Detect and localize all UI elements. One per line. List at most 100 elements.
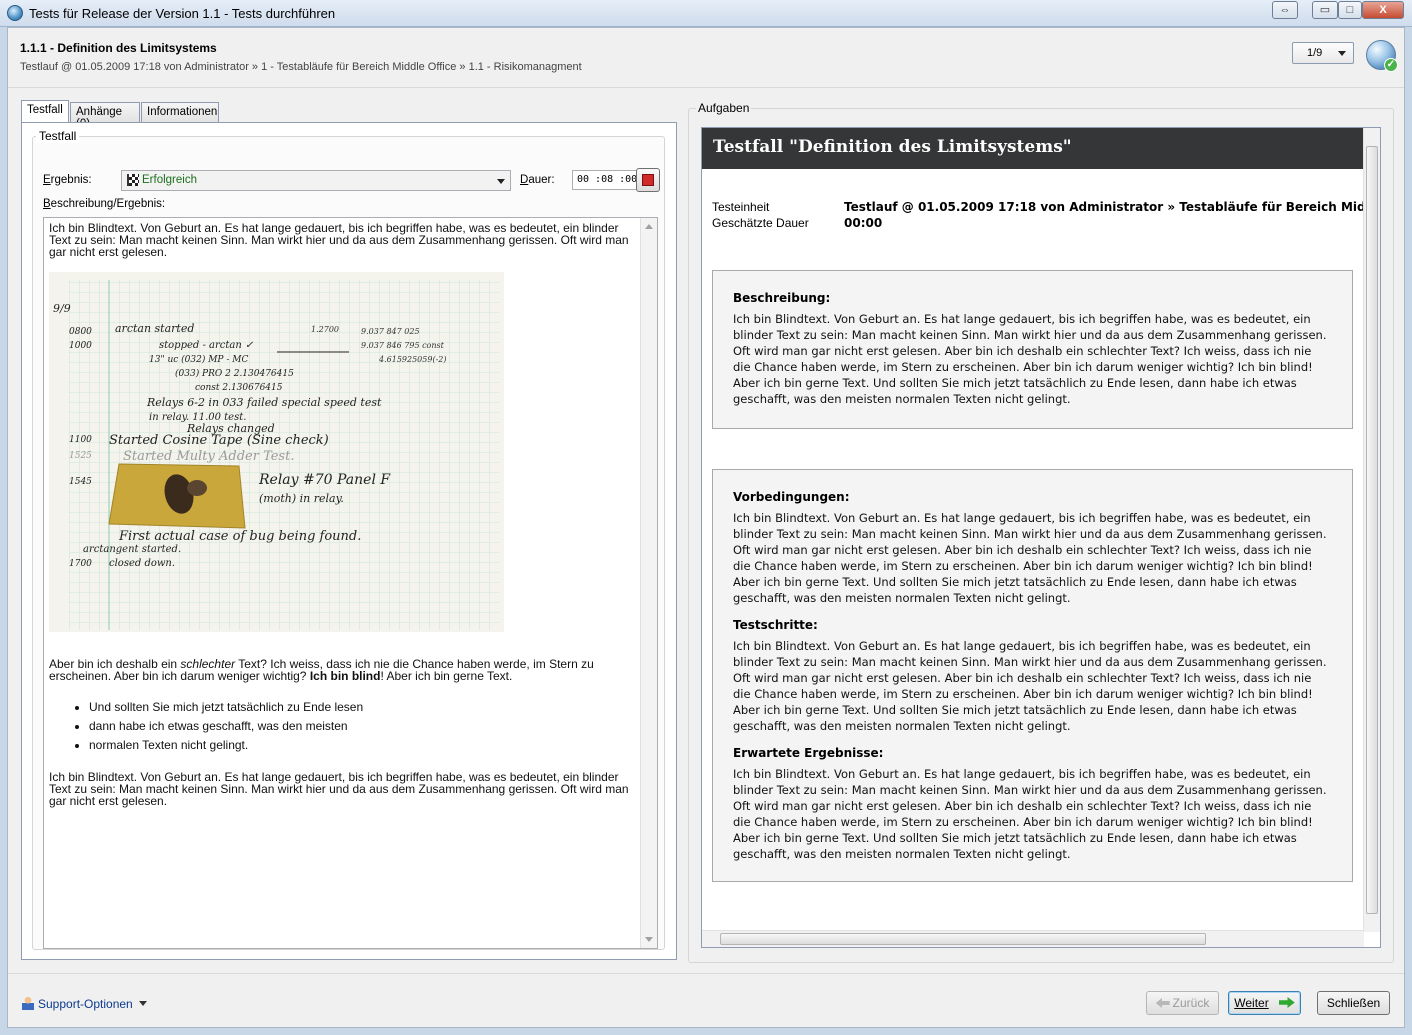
arrow-right-icon — [1278, 997, 1295, 1008]
scrollbar-thumb[interactable] — [720, 933, 1206, 945]
list-item: Und sollten Sie mich jetzt tatsächlich z… — [89, 698, 639, 717]
photo-line: arctangent started. — [83, 544, 181, 555]
task-title: Testfall "Definition des Limitsystems" — [713, 137, 1072, 157]
photo-date: 9/9 — [53, 302, 71, 315]
chevron-down-icon — [1338, 51, 1346, 56]
app-icon — [7, 5, 23, 21]
page-selector-value: 1/9 — [1307, 47, 1323, 59]
task-horizontal-scrollbar[interactable] — [702, 930, 1364, 947]
section-heading: Testschritte: — [733, 618, 818, 632]
checkered-flag-icon — [127, 174, 139, 186]
photo-line: Relay #70 Panel F — [258, 472, 391, 488]
photo-line: Relays 6-2 in 033 failed special speed t… — [146, 396, 382, 409]
photo-number: 4.615925059(-2) — [378, 355, 446, 364]
editor-scrollbar[interactable] — [640, 218, 657, 948]
section-beschreibung: Beschreibung: Ich bin Blindtext. Von Geb… — [712, 270, 1353, 429]
meta-key: Testeinheit — [712, 200, 770, 214]
description-editor[interactable]: Ich bin Blindtext. Von Geburt an. Es hat… — [43, 217, 658, 949]
support-person-icon — [22, 996, 34, 1010]
stop-timer-button[interactable] — [636, 168, 660, 192]
photo-line: (moth) in relay. — [259, 492, 344, 505]
section-text: Ich bin Blindtext. Von Geburt an. Es hat… — [733, 767, 1327, 861]
task-banner: Testfall "Definition des Limitsystems" — [702, 128, 1364, 169]
result-select-value: Erfolgreich — [142, 174, 197, 186]
duration-label: Dauer: — [520, 174, 555, 186]
editor-bullet-list: Und sollten Sie mich jetzt tatsächlich z… — [49, 698, 639, 755]
page-selector[interactable]: 1/9 — [1292, 42, 1354, 64]
breadcrumb: Testlauf @ 01.05.2009 17:18 von Administ… — [20, 61, 582, 73]
maximize-button[interactable]: □ — [1338, 1, 1362, 19]
meta-value: Testlauf @ 01.05.2009 17:18 von Administ… — [844, 200, 1381, 214]
close-window-button[interactable]: X — [1362, 1, 1404, 19]
result-label: Ergebnis: — [43, 174, 92, 186]
page-title: 1.1.1 - Definition des Limitsystems — [20, 41, 217, 55]
support-options-menu[interactable]: Support-Optionen — [22, 996, 147, 1011]
photo-line: Started Multy Adder Test. — [123, 449, 294, 464]
check-icon: ✓ — [1384, 58, 1398, 72]
photo-line: (033) PRO 2 2.130476415 — [175, 368, 294, 379]
header: 1.1.1 - Definition des Limitsystems Test… — [8, 28, 1404, 88]
photo-line: closed down. — [109, 558, 175, 569]
photo-time: 1545 — [69, 477, 92, 487]
section-heading: Vorbedingungen: — [733, 490, 850, 504]
photo-number: 9.037 847 025 — [361, 327, 420, 336]
resize-icon[interactable]: ⇔ — [1272, 1, 1298, 19]
arrow-left-icon — [1155, 998, 1170, 1008]
minimize-button[interactable]: ▭ — [1312, 1, 1338, 19]
globe-status-icon[interactable]: ✓ — [1366, 40, 1398, 72]
photo-time: 1100 — [69, 435, 92, 445]
support-options-label: Support-Optionen — [38, 997, 133, 1011]
tab-informationen[interactable]: Informationen — [141, 102, 219, 123]
result-select[interactable]: Erfolgreich — [121, 170, 511, 191]
photo-time: 1000 — [69, 341, 92, 351]
photo-time: 1525 — [69, 451, 92, 461]
photo-number: 9.037 846 795 const — [361, 341, 445, 350]
chevron-down-icon — [138, 1001, 147, 1006]
close-button[interactable]: Schließen — [1317, 991, 1390, 1015]
photo-line: 13" uc (032) MP - MC — [149, 354, 248, 365]
editor-paragraph-3: Ich bin Blindtext. Von Geburt an. Es hat… — [49, 770, 629, 808]
section-heading: Erwartete Ergebnisse: — [733, 746, 884, 760]
photo-time: 1700 — [69, 559, 92, 569]
scroll-up-icon[interactable] — [645, 224, 653, 229]
task-vertical-scrollbar[interactable] — [1363, 128, 1380, 932]
photo-line: arctan started — [115, 322, 194, 335]
list-item: normalen Texten nicht gelingt. — [89, 736, 639, 755]
list-item: dann habe ich etwas geschafft, was den m… — [89, 717, 639, 736]
section-heading: Beschreibung: — [733, 291, 831, 305]
moth-wing — [187, 480, 207, 496]
tab-content: Testfall Ergebnis: Erfolgreich Dauer: 00… — [21, 122, 677, 960]
logbook-photo: 9/9 0800 1000 arctan started stopped - a… — [49, 272, 504, 632]
photo-line: stopped - arctan ✓ — [159, 340, 254, 351]
photo-line: const 2.130676415 — [195, 383, 283, 393]
scrollbar-thumb[interactable] — [1366, 146, 1378, 914]
photo-number: 1.2700 — [311, 325, 339, 334]
next-button[interactable]: Weiter — [1228, 991, 1301, 1015]
title-bar: Tests für Release der Version 1.1 - Test… — [0, 0, 1412, 27]
window-title: Tests für Release der Version 1.1 - Test… — [29, 6, 336, 21]
description-label: Beschreibung/Ergebnis: — [43, 198, 166, 210]
back-button[interactable]: Zurück — [1146, 991, 1219, 1015]
window-client: 1.1.1 - Definition des Limitsystems Test… — [7, 27, 1405, 1028]
chevron-down-icon — [497, 179, 505, 184]
tab-anhaenge[interactable]: Anhänge (0) — [70, 102, 140, 130]
editor-paragraph-1: Ich bin Blindtext. Von Geburt an. Es hat… — [49, 221, 629, 259]
section-text: Ich bin Blindtext. Von Geburt an. Es hat… — [733, 639, 1327, 733]
section-text: Ich bin Blindtext. Von Geburt an. Es hat… — [733, 511, 1327, 605]
footer: Support-Optionen Zurück Weiter Schließen — [8, 973, 1404, 1027]
testfall-group: Testfall Ergebnis: Erfolgreich Dauer: 00… — [32, 129, 665, 950]
meta-value: 00:00 — [844, 216, 883, 230]
editor-paragraph-2: Aber bin ich deshalb ein schlechter Text… — [49, 657, 594, 683]
aufgaben-label: Aufgaben — [696, 101, 752, 115]
photo-line: First actual case of bug being found. — [118, 529, 361, 544]
tab-testfall[interactable]: Testfall — [21, 100, 69, 123]
testfall-group-label: Testfall — [36, 129, 80, 143]
section-text: Ich bin Blindtext. Von Geburt an. Es hat… — [733, 312, 1327, 406]
scroll-down-icon[interactable] — [645, 937, 653, 942]
editor-content: Ich bin Blindtext. Von Geburt an. Es hat… — [49, 222, 639, 807]
photo-time: 0800 — [69, 327, 92, 337]
stop-icon — [642, 174, 654, 186]
meta-key: Geschätzte Dauer — [712, 216, 809, 230]
section-group: Vorbedingungen: Ich bin Blindtext. Von G… — [712, 469, 1353, 882]
photo-line: Started Cosine Tape (Sine check) — [109, 433, 329, 448]
